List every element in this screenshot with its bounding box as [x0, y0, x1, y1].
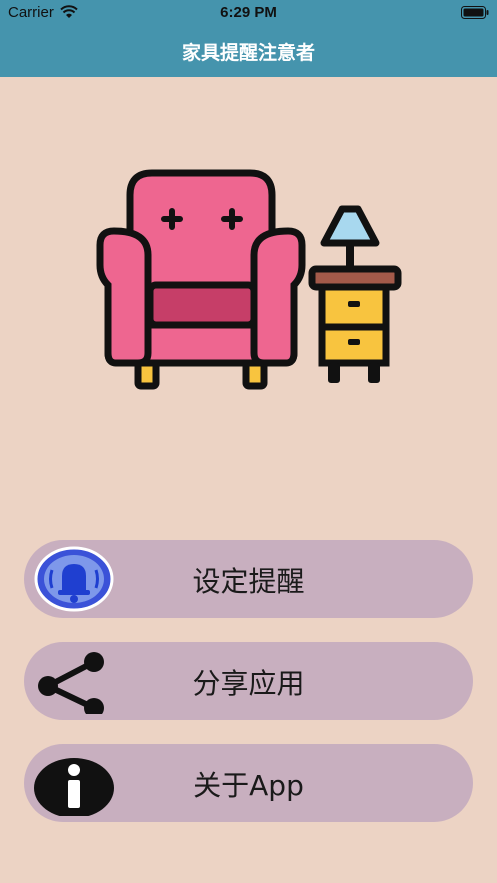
set-reminder-button[interactable]: 设定提醒	[24, 540, 473, 618]
share-app-label: 分享应用	[192, 667, 305, 700]
navigation-bar: 家具提醒注意者	[0, 26, 497, 77]
battery-icon	[461, 6, 489, 19]
furniture-illustration	[96, 169, 402, 390]
about-app-button[interactable]: 关于App	[24, 744, 473, 822]
set-reminder-label: 设定提醒	[192, 565, 305, 598]
about-app-label: 关于App	[193, 769, 304, 802]
side-table-lamp-icon	[308, 205, 402, 383]
armchair-icon	[96, 169, 306, 390]
status-bar: Carrier 6:29 PM	[0, 0, 497, 26]
status-time: 6:29 PM	[220, 4, 277, 21]
share-app-button[interactable]: 分享应用	[24, 642, 473, 720]
page-title: 家具提醒注意者	[181, 42, 315, 64]
